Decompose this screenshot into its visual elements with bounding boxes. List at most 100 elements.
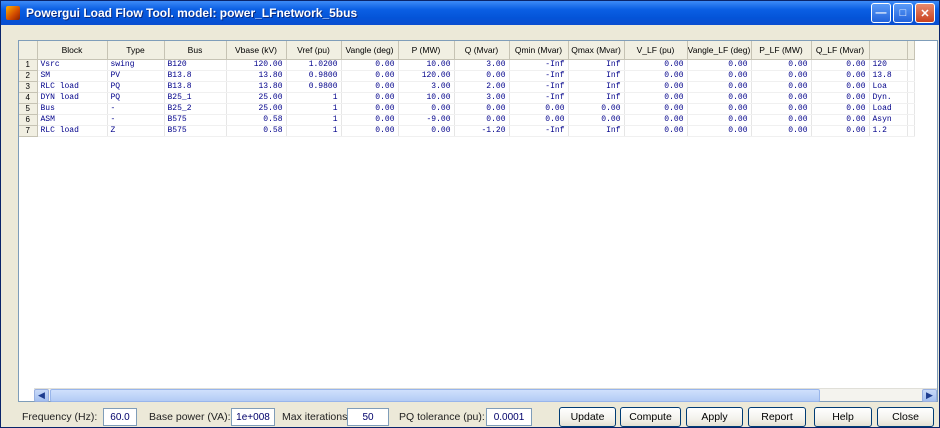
table-cell[interactable]: Loa — [869, 81, 908, 93]
table-cell[interactable]: - — [107, 103, 165, 115]
column-header[interactable]: Block — [37, 41, 108, 60]
table-cell[interactable]: 0.00 — [751, 92, 812, 104]
maximize-icon[interactable]: □ — [893, 3, 913, 23]
column-header[interactable] — [869, 41, 908, 60]
frequency-input[interactable]: 60.0 — [103, 408, 137, 426]
horizontal-scrollbar[interactable]: ◀ ▶ — [34, 388, 937, 402]
table-cell[interactable]: 0.00 — [811, 92, 870, 104]
table-cell[interactable]: 0.00 — [624, 92, 688, 104]
table-row[interactable]: 2 SM PV B13.8 13.80 0.9800 0.00 120.00 0.00 -Inf I… — [19, 70, 915, 82]
table-cell[interactable]: Inf — [568, 70, 625, 82]
table-cell[interactable]: Z — [107, 125, 165, 137]
table-cell[interactable]: 3.00 — [454, 59, 510, 71]
table-cell[interactable]: B120 — [164, 59, 227, 71]
table-cell[interactable]: 0.00 — [341, 114, 399, 126]
table-cell[interactable]: -9.00 — [398, 114, 455, 126]
table-cell[interactable]: -Inf — [509, 59, 569, 71]
column-header[interactable]: V_LF (pu) — [624, 41, 688, 60]
max-iterations-input[interactable]: 50 — [347, 408, 389, 426]
column-header[interactable]: Qmax (Mvar) — [568, 41, 625, 60]
table-cell[interactable]: 0.00 — [811, 125, 870, 137]
table-cell[interactable]: 120 — [869, 59, 908, 71]
table-cell[interactable]: 0.00 — [341, 125, 399, 137]
table-cell[interactable]: 0.00 — [624, 59, 688, 71]
table-row[interactable]: 1 Vsrc swing B120 120.00 1.0200 0.00 10.00 3.00-… — [19, 59, 915, 71]
table-cell[interactable]: 0.00 — [687, 114, 752, 126]
column-header[interactable]: P_LF (MW) — [751, 41, 812, 60]
table-cell[interactable]: Inf — [568, 125, 625, 137]
column-header[interactable]: P (MW) — [398, 41, 455, 60]
table-cell[interactable]: 0.00 — [687, 59, 752, 71]
table-cell[interactable]: 0.00 — [751, 81, 812, 93]
table-cell[interactable]: 0.00 — [454, 70, 510, 82]
scroll-right-icon[interactable]: ▶ — [922, 389, 937, 402]
table-cell[interactable]: 0.00 — [624, 114, 688, 126]
table-cell[interactable]: B13.8 — [164, 81, 227, 93]
table-cell[interactable]: 1 — [286, 114, 342, 126]
table-cell[interactable]: 0.00 — [341, 81, 399, 93]
table-cell[interactable]: ASM — [37, 114, 108, 126]
table-cell[interactable]: 0.00 — [341, 92, 399, 104]
table-cell[interactable]: 0.58 — [226, 114, 287, 126]
table-cell[interactable]: 13.80 — [226, 81, 287, 93]
table-cell[interactable]: -Inf — [509, 70, 569, 82]
table-cell[interactable]: 0.00 — [687, 81, 752, 93]
table-cell[interactable]: 0.00 — [811, 59, 870, 71]
update-button[interactable]: Update — [559, 407, 616, 427]
table-cell[interactable]: SM — [37, 70, 108, 82]
compute-button[interactable]: Compute — [620, 407, 681, 427]
table-cell[interactable]: 1 — [286, 125, 342, 137]
table-cell[interactable]: 10.00 — [398, 92, 455, 104]
table-cell[interactable]: 0.00 — [751, 114, 812, 126]
table-cell[interactable]: 0.00 — [398, 125, 455, 137]
table-cell[interactable]: 0.00 — [624, 70, 688, 82]
table-cell[interactable]: 0.00 — [624, 81, 688, 93]
table-cell[interactable]: 0.00 — [751, 103, 812, 115]
table-row[interactable]: 3 RLC load PQ B13.8 13.80 0.9800 0.00 3.00 2.00-… — [19, 81, 915, 93]
table-cell[interactable]: Load — [869, 103, 908, 115]
table-cell[interactable]: Inf — [568, 92, 625, 104]
table-cell[interactable]: 0.00 — [811, 114, 870, 126]
table-cell[interactable]: 0.00 — [341, 103, 399, 115]
table-cell[interactable]: 0.9800 — [286, 70, 342, 82]
table-cell[interactable]: B13.8 — [164, 70, 227, 82]
table-cell[interactable]: 0.00 — [624, 125, 688, 137]
table-cell[interactable]: 0.00 — [624, 103, 688, 115]
close-icon[interactable]: ✕ — [915, 3, 935, 23]
row-number[interactable]: 7 — [19, 125, 38, 137]
table-row[interactable]: 5 Bus - B25_2 25.00 1 0.00 0.00 0.00 0.00 0.00 0.00… — [19, 103, 915, 115]
table-cell[interactable]: 1 — [286, 103, 342, 115]
table-cell[interactable]: 0.9800 — [286, 81, 342, 93]
table-row[interactable]: 7 RLC load Z B575 0.58 1 0.00 0.00 -1.20 -Inf Inf 0… — [19, 125, 915, 137]
table-cell[interactable]: 3.00 — [454, 92, 510, 104]
table-cell[interactable]: 13.80 — [226, 70, 287, 82]
table-cell[interactable]: 120.00 — [226, 59, 287, 71]
table-cell[interactable]: swing — [107, 59, 165, 71]
table-cell[interactable]: 0.00 — [509, 114, 569, 126]
table-cell[interactable]: 0.00 — [751, 70, 812, 82]
table-cell[interactable]: -Inf — [509, 125, 569, 137]
table-cell[interactable]: 0.00 — [751, 59, 812, 71]
column-header[interactable]: Qmin (Mvar) — [509, 41, 569, 60]
table-cell[interactable]: -1.20 — [454, 125, 510, 137]
column-header[interactable]: Bus — [164, 41, 227, 60]
table-cell[interactable]: 0.00 — [687, 92, 752, 104]
apply-button[interactable]: Apply — [686, 407, 743, 427]
table-row[interactable]: 4 DYN load PQ B25_1 25.00 1 0.00 10.00 3.00 -Inf I… — [19, 92, 915, 104]
table-cell[interactable]: 0.00 — [687, 103, 752, 115]
table-cell[interactable]: B575 — [164, 114, 227, 126]
title-bar[interactable]: Powergui Load Flow Tool. model: power_LF… — [1, 1, 939, 25]
load-flow-table[interactable]: Block Type Bus Vbase (kV) Vref (pu) Vangle (d… — [18, 40, 938, 402]
table-cell[interactable]: 0.00 — [751, 125, 812, 137]
table-cell[interactable]: 120.00 — [398, 70, 455, 82]
table-cell[interactable]: Bus — [37, 103, 108, 115]
table-cell[interactable]: 0.00 — [398, 103, 455, 115]
row-number[interactable]: 4 — [19, 92, 38, 104]
table-cell[interactable]: Vsrc — [37, 59, 108, 71]
table-cell[interactable]: 0.00 — [341, 70, 399, 82]
table-cell[interactable]: 0.00 — [454, 103, 510, 115]
scroll-left-icon[interactable]: ◀ — [34, 389, 49, 402]
table-cell[interactable]: B25_2 — [164, 103, 227, 115]
table-row[interactable]: 6 ASM - B575 0.58 1 0.00 -9.00 0.00 0.00 0.00 0.00 0… — [19, 114, 915, 126]
table-cell[interactable]: B25_1 — [164, 92, 227, 104]
